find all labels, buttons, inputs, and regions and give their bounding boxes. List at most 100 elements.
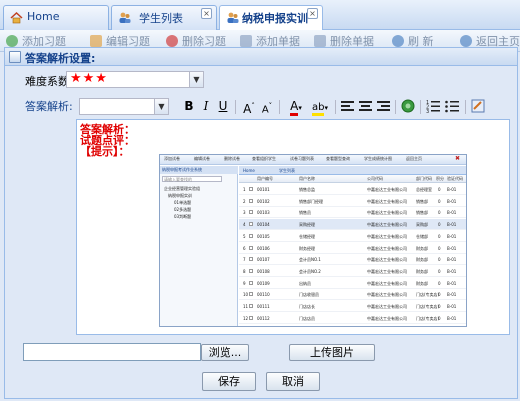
embedded-grid-cell: 销售部 bbox=[416, 210, 428, 216]
tab-student-list-label: 学生列表 bbox=[139, 12, 183, 25]
row-number: 2 bbox=[243, 198, 246, 204]
embedded-grid-cell: 00108 bbox=[257, 268, 270, 274]
embedded-grid-cell: B-01 bbox=[447, 222, 457, 228]
embedded-grid-cell: 0 bbox=[438, 233, 441, 239]
analysis-editor[interactable]: 答案解析： 试题点评： 【提示】： 添加试卷 编辑试卷 删除试卷 查看组织学生 … bbox=[76, 119, 510, 335]
embedded-grid-cell: 销售部 bbox=[416, 198, 428, 204]
embedded-grid-cell: 门店店员 bbox=[299, 315, 315, 321]
row-number: 5 bbox=[243, 233, 246, 239]
chevron-down-icon[interactable]: ▼ bbox=[189, 72, 203, 87]
embedded-grid-cell: 中嘉宏达工业有限公司 bbox=[367, 292, 407, 298]
embedded-grid-cell: 0 bbox=[438, 245, 441, 251]
font-select[interactable]: ▼ bbox=[79, 98, 169, 115]
embedded-grid-cell: B-01 bbox=[447, 315, 457, 321]
embedded-column-header: 验证代码 bbox=[447, 176, 463, 181]
source-edit-icon[interactable] bbox=[471, 99, 485, 113]
highlight-button[interactable]: ab▾ bbox=[309, 98, 331, 116]
row-checkbox bbox=[249, 187, 253, 191]
save-button[interactable]: 保存 bbox=[202, 372, 256, 391]
row-checkbox bbox=[249, 304, 253, 308]
svg-text:3: 3 bbox=[426, 109, 429, 113]
embedded-tabs: Home 学生列表 bbox=[239, 166, 466, 175]
embedded-column-header: 部门代码 bbox=[416, 176, 432, 181]
row-number: 8 bbox=[243, 268, 246, 274]
embedded-toolbar-item: 编辑试卷 bbox=[194, 156, 210, 161]
embedded-tab: 学生列表 bbox=[279, 168, 295, 173]
align-center-icon[interactable] bbox=[359, 100, 372, 112]
row-number: 1 bbox=[243, 187, 246, 192]
embedded-tree-item: 01单选题 bbox=[174, 200, 192, 205]
tab-tax-training[interactable]: 纳税申报实训 × bbox=[219, 5, 323, 30]
tab-student-list[interactable]: 学生列表 × bbox=[111, 5, 217, 30]
browse-button[interactable]: 浏览... bbox=[201, 344, 249, 361]
embedded-grid-cell: 0 bbox=[438, 222, 441, 228]
difficulty-select[interactable]: ★★★ ▼ bbox=[66, 71, 204, 88]
edit-icon bbox=[90, 35, 102, 47]
embedded-grid-cell: 财务部 bbox=[416, 245, 428, 251]
embedded-grid-cell: 财务部 bbox=[416, 268, 428, 274]
embedded-grid-cell: 财务部 bbox=[416, 280, 428, 286]
close-tab-icon[interactable]: × bbox=[201, 8, 212, 19]
embedded-grid-cell: B-01 bbox=[447, 210, 457, 216]
embedded-grid-cell: 中嘉宏达工业有限公司 bbox=[367, 187, 407, 192]
embedded-grid-cell: B-01 bbox=[447, 292, 457, 298]
row-checkbox bbox=[249, 280, 253, 285]
grow-font-button[interactable]: A˄ bbox=[241, 98, 257, 116]
embedded-grid-row: 7 00107 会计员NO.1 中嘉宏达工业有限公司 财务部 0 B-01 bbox=[239, 254, 466, 266]
underline-button[interactable]: U bbox=[215, 98, 231, 115]
align-right-icon[interactable] bbox=[377, 100, 390, 112]
embedded-tab: Home bbox=[243, 168, 255, 173]
embedded-grid-cell: 销售总监 bbox=[299, 187, 315, 192]
embedded-grid-cell: 采购部 bbox=[416, 222, 428, 228]
embedded-grid-cell: 中嘉宏达工业有限公司 bbox=[367, 210, 407, 216]
embedded-grid-cell: 门店(专卖店) bbox=[416, 315, 440, 321]
embedded-grid-cell: 财务经理 bbox=[299, 245, 315, 251]
font-color-button[interactable]: A▾ bbox=[285, 98, 307, 116]
embedded-toolbar-item: 返回主页 bbox=[406, 156, 422, 161]
upload-path-input[interactable] bbox=[23, 343, 201, 361]
embedded-grid-cell: 00105 bbox=[257, 233, 270, 239]
row-checkbox bbox=[249, 222, 253, 227]
tab-home[interactable]: Home bbox=[3, 5, 109, 30]
hint-heading: 【提示】： bbox=[80, 145, 130, 158]
embedded-grid-cell: 0 bbox=[438, 257, 441, 263]
row-number: 7 bbox=[243, 257, 246, 263]
row-checkbox bbox=[249, 315, 253, 320]
embedded-sidebar: 纳税申报考试作业系统 请输入要查找的 企业经营管理实验组 纳税申报实训 01单选… bbox=[160, 166, 238, 326]
embedded-grid-row: 9 00109 出纳员 中嘉宏达工业有限公司 财务部 0 B-01 bbox=[239, 278, 466, 289]
window-icon bbox=[9, 51, 21, 63]
answer-analysis-dialog: 答案解析设置: 难度系数: ★★★ ▼ 答案解析: ▼ B I U A˄ A˅ … bbox=[4, 47, 518, 399]
embedded-grid-cell: 00111 bbox=[257, 304, 270, 309]
embedded-column-header: 用户编号 bbox=[257, 176, 273, 181]
embedded-grid-cell: 总经理室 bbox=[416, 187, 432, 192]
embedded-toolbar-item: 试卷习题列表 bbox=[290, 156, 314, 161]
numbered-list-icon[interactable]: 1 2 3 bbox=[426, 99, 440, 113]
embedded-tree-item: 企业经营管理实验组 bbox=[164, 186, 200, 191]
toolbar-divider bbox=[395, 100, 396, 114]
toolbar-divider bbox=[279, 100, 280, 114]
embedded-grid-cell: 中嘉宏达工业有限公司 bbox=[367, 257, 407, 263]
link-icon[interactable] bbox=[401, 99, 415, 113]
italic-button[interactable]: I bbox=[198, 98, 214, 115]
embedded-grid-cell: 00107 bbox=[257, 257, 270, 263]
bold-button[interactable]: B bbox=[181, 98, 197, 115]
cancel-button[interactable]: 取消 bbox=[266, 372, 320, 391]
sheet-icon bbox=[314, 35, 326, 47]
embedded-grid-cell: 采购经理 bbox=[299, 222, 315, 228]
chevron-down-icon[interactable]: ▼ bbox=[154, 99, 168, 114]
bullet-list-icon[interactable] bbox=[445, 99, 459, 113]
toolbar-divider bbox=[235, 100, 236, 114]
embedded-grid-cell: 00109 bbox=[257, 280, 270, 286]
upload-image-button[interactable]: 上传图片 bbox=[289, 344, 375, 361]
row-checkbox bbox=[249, 292, 253, 297]
embedded-grid-cell: 0 bbox=[438, 292, 441, 298]
row-number: 4 bbox=[243, 222, 246, 228]
align-left-icon[interactable] bbox=[341, 100, 354, 112]
shrink-font-button[interactable]: A˅ bbox=[259, 98, 275, 115]
delete-icon bbox=[166, 35, 178, 47]
row-number: 9 bbox=[243, 280, 246, 286]
close-tab-icon[interactable]: × bbox=[307, 8, 318, 19]
row-checkbox bbox=[249, 210, 253, 215]
embedded-grid-cell: 销售部门经理 bbox=[299, 198, 323, 204]
embedded-grid: 用户编号 用户名称 公司代码 部门代码 积分 验证代码 1 00101 销售总监 中嘉… bbox=[239, 175, 466, 326]
